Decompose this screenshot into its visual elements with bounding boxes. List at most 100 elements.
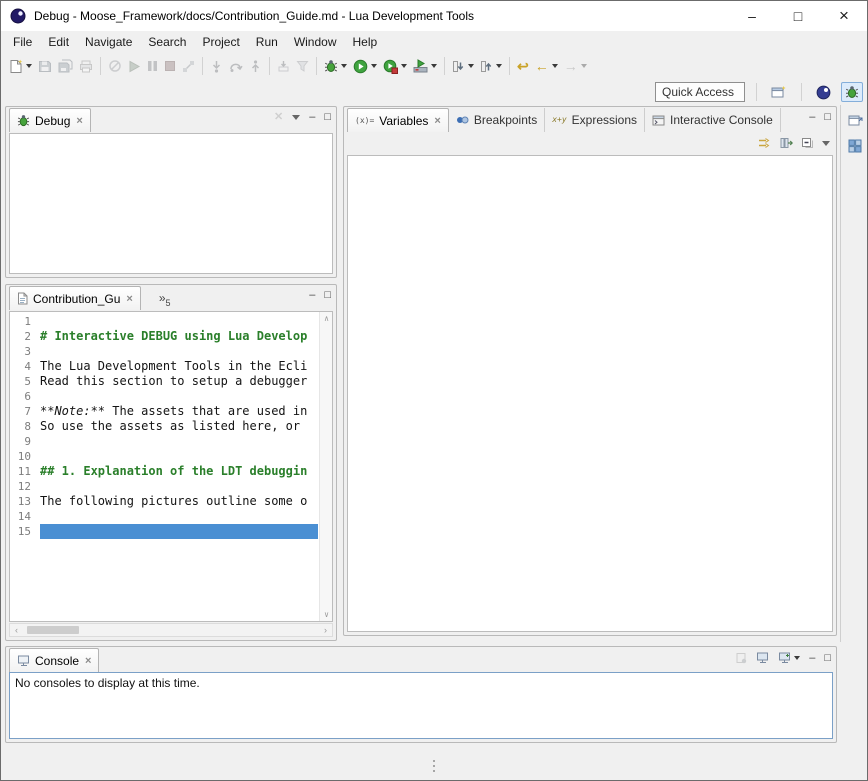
scroll-up-icon[interactable]: ∧ xyxy=(320,314,333,323)
new-wizard-button[interactable] xyxy=(6,55,35,77)
debug-view-body[interactable] xyxy=(9,133,333,274)
close-button[interactable]: × xyxy=(821,1,867,31)
previous-annotation-button[interactable] xyxy=(477,55,505,77)
tab-contribution-guide[interactable]: Contribution_Gu × xyxy=(9,286,141,310)
step-into-button[interactable] xyxy=(207,55,226,77)
variables-body[interactable] xyxy=(347,155,833,632)
restore-views-button[interactable] xyxy=(844,109,866,131)
editor-line[interactable]: 15 xyxy=(10,524,332,539)
debug-maximize-button[interactable]: □ xyxy=(324,112,331,123)
show-logical-structure-button[interactable] xyxy=(758,137,772,149)
remove-all-terminated-button[interactable]: ✕ xyxy=(274,112,283,123)
variables-minimize-button[interactable]: – xyxy=(809,112,815,123)
pin-console-button[interactable] xyxy=(735,652,747,664)
menu-navigate[interactable]: Navigate xyxy=(77,32,140,52)
tab-interactive-console[interactable]: Interactive Console xyxy=(645,108,781,132)
editor-line[interactable]: 12 xyxy=(10,479,332,494)
tab-variables[interactable]: (x)= Variables × xyxy=(347,108,449,132)
menu-run[interactable]: Run xyxy=(248,32,286,52)
scroll-left-icon[interactable]: ‹ xyxy=(10,626,23,635)
next-annotation-button[interactable] xyxy=(449,55,477,77)
horizontal-scrollbar[interactable]: ‹ › xyxy=(9,623,333,637)
menu-edit[interactable]: Edit xyxy=(40,32,77,52)
editor-line[interactable]: 11## 1. Explanation of the LDT debuggin xyxy=(10,464,332,479)
pin-icon xyxy=(735,652,747,664)
show-columns-button[interactable] xyxy=(780,137,793,149)
editor-line[interactable]: 3 xyxy=(10,344,332,359)
tab-breakpoints[interactable]: Breakpoints xyxy=(449,108,545,132)
skip-breakpoints-icon xyxy=(108,59,122,73)
sash-grip[interactable] xyxy=(433,760,435,772)
editor-overflow-button[interactable]: » 5 xyxy=(155,290,175,310)
open-perspective-button[interactable] xyxy=(768,83,790,101)
debug-view-icon xyxy=(17,114,30,127)
console-minimize-button[interactable]: – xyxy=(809,653,815,664)
external-tools-button[interactable] xyxy=(410,55,440,77)
menu-project[interactable]: Project xyxy=(194,32,247,52)
tab-console[interactable]: Console × xyxy=(9,648,99,672)
variables-view-menu-button[interactable] xyxy=(822,141,830,146)
editor-line[interactable]: 13The following pictures outline some o xyxy=(10,494,332,509)
drop-to-frame-button[interactable] xyxy=(274,55,293,77)
tab-debug[interactable]: Debug × xyxy=(9,108,91,132)
editor-line[interactable]: 14 xyxy=(10,509,332,524)
debug-minimize-button[interactable]: – xyxy=(309,112,315,123)
maximize-button[interactable]: □ xyxy=(775,1,821,31)
menu-file[interactable]: File xyxy=(5,32,40,52)
lua-perspective-button[interactable] xyxy=(813,83,834,102)
save-all-button[interactable] xyxy=(55,55,76,77)
save-button[interactable] xyxy=(35,55,55,77)
tab-close-icon[interactable]: × xyxy=(85,655,91,667)
disconnect-button[interactable] xyxy=(179,55,198,77)
run-button[interactable] xyxy=(350,55,380,77)
vertical-scrollbar[interactable]: ∧ ∨ xyxy=(319,312,332,621)
editor-line[interactable]: 9 xyxy=(10,434,332,449)
debug-perspective-button[interactable] xyxy=(841,82,863,102)
editor-body[interactable]: 12# Interactive DEBUG using Lua Develop3… xyxy=(9,311,333,622)
quick-access-input[interactable]: Quick Access xyxy=(655,82,745,102)
print-button[interactable] xyxy=(76,55,96,77)
open-console-button[interactable] xyxy=(778,652,800,664)
variables-view: (x)= Variables × Breakpoints x+y Express… xyxy=(343,106,837,636)
menu-search[interactable]: Search xyxy=(140,32,194,52)
console-maximize-button[interactable]: □ xyxy=(824,653,831,664)
scroll-down-icon[interactable]: ∨ xyxy=(320,610,333,619)
editor-maximize-button[interactable]: □ xyxy=(324,290,331,301)
variables-maximize-button[interactable]: □ xyxy=(824,112,831,123)
editor-line[interactable]: 4The Lua Development Tools in the Ecli xyxy=(10,359,332,374)
skip-all-breakpoints-button[interactable] xyxy=(105,55,125,77)
resume-button[interactable] xyxy=(125,55,144,77)
scroll-right-icon[interactable]: › xyxy=(319,626,332,635)
editor-line[interactable]: 7**Note:** The assets that are used in xyxy=(10,404,332,419)
editor-line[interactable]: 6 xyxy=(10,389,332,404)
coverage-button[interactable] xyxy=(380,55,410,77)
debug-view-menu-button[interactable] xyxy=(292,115,300,120)
console-body[interactable]: No consoles to display at this time. xyxy=(9,672,833,739)
tab-close-icon[interactable]: × xyxy=(76,115,82,127)
debug-button[interactable] xyxy=(321,55,350,77)
use-step-filters-button[interactable] xyxy=(293,55,312,77)
editor-line[interactable]: 1 xyxy=(10,314,332,329)
editor-line[interactable]: 5Read this section to setup a debugger xyxy=(10,374,332,389)
editor-line[interactable]: 10 xyxy=(10,449,332,464)
terminate-button[interactable] xyxy=(161,55,179,77)
minimize-button[interactable]: – xyxy=(729,1,775,31)
editor-minimize-button[interactable]: – xyxy=(309,290,315,301)
editor-line[interactable]: 2# Interactive DEBUG using Lua Develop xyxy=(10,329,332,344)
step-over-button[interactable] xyxy=(226,55,246,77)
last-edit-location-button[interactable]: ↩ xyxy=(514,55,532,77)
step-return-button[interactable] xyxy=(246,55,265,77)
layout-grid-button[interactable] xyxy=(844,135,866,157)
forward-button[interactable]: → xyxy=(561,55,590,77)
menu-window[interactable]: Window xyxy=(286,32,345,52)
tab-expressions[interactable]: x+y Expressions xyxy=(545,108,645,132)
display-selected-console-button[interactable] xyxy=(756,652,769,664)
tab-close-icon[interactable]: × xyxy=(434,115,440,127)
menu-help[interactable]: Help xyxy=(345,32,386,52)
collapse-all-button[interactable] xyxy=(801,137,814,149)
back-button[interactable]: ← xyxy=(532,55,561,77)
editor-line[interactable]: 8So use the assets as listed here, or xyxy=(10,419,332,434)
suspend-button[interactable] xyxy=(144,55,161,77)
horizontal-scroll-thumb[interactable] xyxy=(27,626,79,634)
tab-close-icon[interactable]: × xyxy=(126,293,132,305)
